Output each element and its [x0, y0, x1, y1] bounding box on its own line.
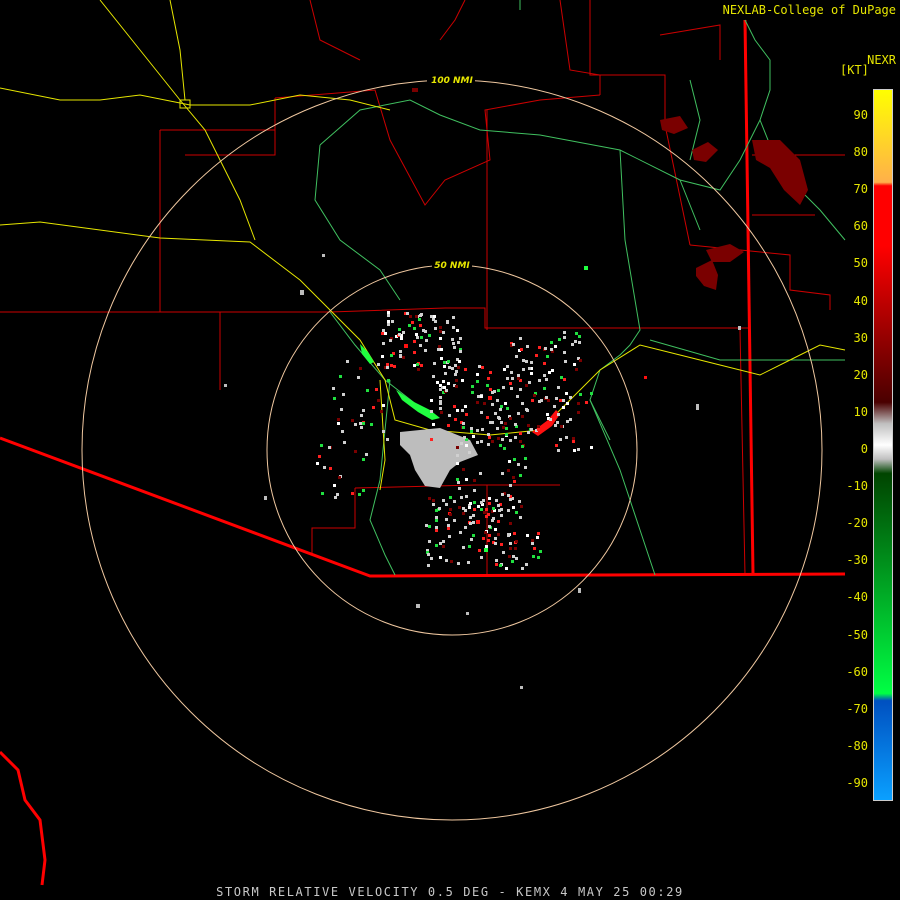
- highways: [0, 0, 846, 491]
- color-scale-tick: 20: [853, 367, 868, 382]
- product-code: NEXR: [867, 53, 896, 67]
- color-scale-tick: 0: [860, 442, 868, 456]
- range-ring-label-50: 50 NMI: [434, 261, 470, 271]
- radar-map: 50 NMI 100 NMI: [0, 0, 846, 886]
- color-scale-tick: -60: [846, 664, 868, 679]
- clutter-gray: [224, 254, 741, 689]
- radar-returns: [224, 88, 808, 689]
- velocity-color-scale: [873, 89, 893, 801]
- product-caption: STORM RELATIVE VELOCITY 0.5 DEG - KEMX 4…: [216, 885, 684, 899]
- color-scale-tick: 90: [853, 108, 868, 122]
- radar-screen: 50 NMI 100 NMI NEXLAB-College of DuPage …: [0, 0, 900, 900]
- color-scale-tick: 50: [853, 256, 868, 271]
- color-scale-tick: -10: [846, 479, 868, 494]
- county-lines: [0, 0, 845, 576]
- color-scale-tick: 80: [853, 145, 868, 160]
- color-scale-tick: -70: [846, 701, 868, 716]
- color-scale-tick: -20: [846, 516, 868, 531]
- color-scale-tick: -80: [846, 738, 868, 753]
- color-scale-tick: -50: [846, 627, 868, 642]
- color-scale-tick: 70: [853, 182, 868, 197]
- unit-label: [KT]: [840, 63, 869, 77]
- credit-text: NEXLAB-College of DuPage: [722, 3, 896, 17]
- range-ring-label-100: 100 NMI: [431, 76, 473, 86]
- color-scale-tick: -90: [846, 776, 868, 790]
- color-scale-tick: 60: [853, 219, 868, 234]
- color-scale-tick: 10: [853, 404, 868, 419]
- color-scale-tick: 40: [853, 293, 868, 308]
- rivers: [314, 0, 846, 576]
- color-scale-tick: -30: [846, 553, 868, 568]
- color-scale-tick: -40: [846, 590, 868, 605]
- color-scale-tick: 30: [853, 330, 868, 345]
